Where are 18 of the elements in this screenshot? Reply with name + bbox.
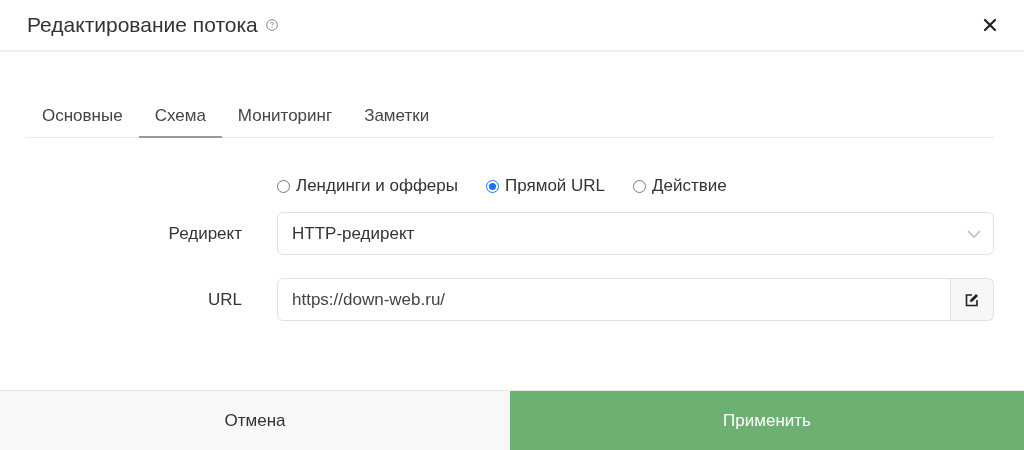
- redirect-label: Редирект: [167, 223, 243, 244]
- radio-label: Прямой URL: [505, 176, 606, 196]
- cancel-button[interactable]: Отмена: [0, 391, 510, 450]
- tab[interactable]: Мониторинг: [221, 96, 349, 138]
- help-icon[interactable]: [265, 19, 278, 31]
- url-label: URL: [207, 289, 243, 310]
- edit-button[interactable]: [951, 278, 994, 321]
- dialog-title: Редактирование потока: [27, 13, 258, 37]
- tab[interactable]: Основные: [26, 96, 139, 138]
- redirect-select[interactable]: HTTP-редирект: [277, 212, 994, 255]
- tab[interactable]: Заметки: [348, 96, 446, 138]
- close-button[interactable]: [982, 17, 998, 33]
- radio-label: Лендинги и офферы: [296, 176, 458, 196]
- radio-label: Действие: [652, 176, 727, 196]
- edit-icon: [965, 292, 979, 307]
- chevron-down-icon: [967, 229, 981, 238]
- tab[interactable]: Схема: [138, 96, 222, 138]
- url-input[interactable]: https://down-web.ru/: [277, 278, 951, 321]
